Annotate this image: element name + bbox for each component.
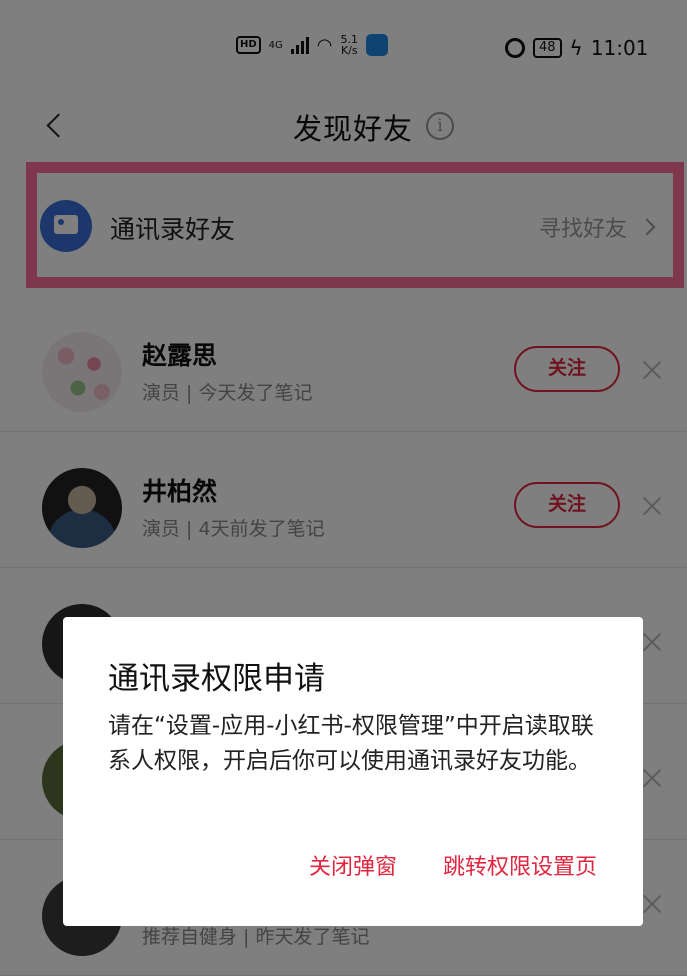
dialog-body: 请在“设置-应用-小红书-权限管理”中开启读取联系人权限，开启后你可以使用通讯录…: [108, 713, 594, 774]
dialog-actions: 关闭弹窗 跳转权限设置页: [309, 849, 597, 881]
dialog-title: 通讯录权限申请: [108, 661, 325, 697]
close-dialog-button[interactable]: 关闭弹窗: [309, 849, 397, 881]
permission-dialog: 通讯录权限申请 请在“设置-应用-小红书-权限管理”中开启读取联系人权限，开启后…: [63, 617, 643, 926]
screen: HD 4G ◠ 5.1 K/s 48 ϟ 11:01 发现好友 i 通讯录好友 …: [0, 0, 687, 976]
go-to-settings-button[interactable]: 跳转权限设置页: [443, 849, 597, 881]
